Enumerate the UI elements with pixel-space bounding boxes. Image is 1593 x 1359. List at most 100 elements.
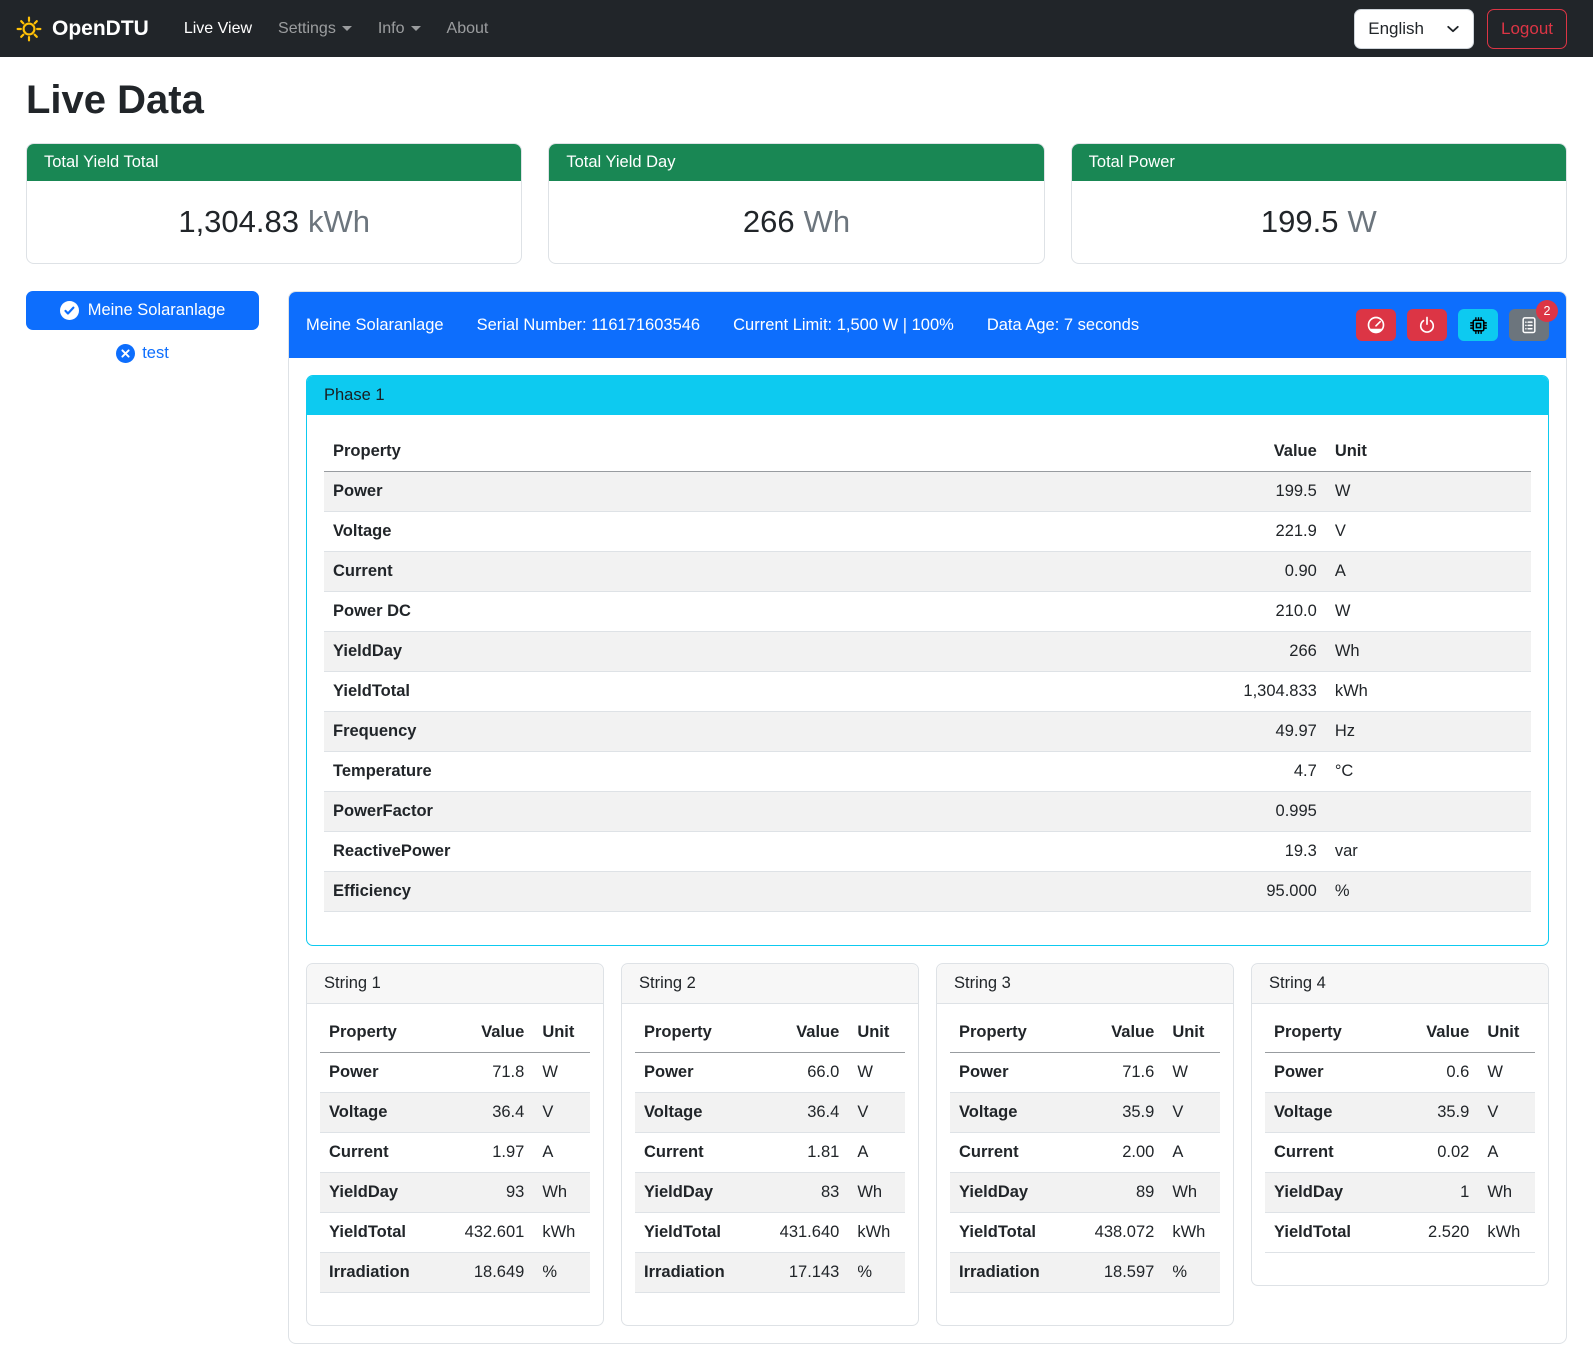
cpu-icon — [1468, 315, 1489, 336]
property-value: 71.6 — [1086, 1053, 1164, 1093]
property-label: Voltage — [635, 1093, 771, 1133]
limit-settings-button[interactable] — [1356, 309, 1396, 341]
string-table: Property Value Unit Power71.8W Voltage36… — [320, 1013, 590, 1293]
property-unit: kWh — [1326, 672, 1531, 712]
property-label: Irradiation — [635, 1253, 771, 1293]
property-unit — [1326, 792, 1531, 832]
property-value: 17.143 — [771, 1253, 849, 1293]
property-value: 0.6 — [1408, 1053, 1478, 1093]
page-title: Live Data — [26, 78, 1567, 123]
property-value: 431.640 — [771, 1213, 849, 1253]
summary-cards: Total Yield Total 1,304.83kWh Total Yiel… — [0, 143, 1593, 264]
strings-row: String 1 Property Value Unit — [306, 963, 1549, 1326]
property-label: YieldDay — [950, 1173, 1086, 1213]
property-label: Voltage — [1265, 1093, 1408, 1133]
property-label: Power — [320, 1053, 456, 1093]
string-4-card: String 4 Property Value Unit — [1251, 963, 1549, 1286]
property-unit: V — [1326, 512, 1531, 552]
card-unit: W — [1347, 204, 1376, 239]
table-row: Temperature4.7°C — [324, 752, 1531, 792]
column-value: Value — [1086, 1013, 1164, 1053]
nav-item-info[interactable]: Info — [365, 12, 434, 46]
property-label: Power — [324, 472, 1169, 512]
property-unit: Wh — [848, 1173, 905, 1213]
property-value: 0.995 — [1169, 792, 1326, 832]
property-label: Irradiation — [950, 1253, 1086, 1293]
property-label: Voltage — [324, 512, 1169, 552]
column-value: Value — [771, 1013, 849, 1053]
string-table: Property Value Unit Power66.0W Voltage36… — [635, 1013, 905, 1293]
property-label: Current — [320, 1133, 456, 1173]
property-value: 432.601 — [456, 1213, 534, 1253]
table-row: Irradiation18.649% — [320, 1253, 590, 1293]
property-unit: V — [848, 1093, 905, 1133]
nav-item-settings[interactable]: Settings — [265, 12, 365, 46]
logout-button[interactable]: Logout — [1487, 9, 1567, 49]
device-info-button[interactable] — [1458, 309, 1498, 341]
sidebar-item-test[interactable]: test — [116, 344, 169, 363]
card-value: 199.5 — [1261, 204, 1339, 239]
property-value: 4.7 — [1169, 752, 1326, 792]
table-row: Irradiation18.597% — [950, 1253, 1220, 1293]
property-value: 49.97 — [1169, 712, 1326, 752]
property-unit: Wh — [533, 1173, 590, 1213]
property-value: 36.4 — [456, 1093, 534, 1133]
property-label: Irradiation — [320, 1253, 456, 1293]
property-unit: kWh — [533, 1213, 590, 1253]
column-unit: Unit — [848, 1013, 905, 1053]
table-row: YieldDay83Wh — [635, 1173, 905, 1213]
column-property: Property — [1265, 1013, 1408, 1053]
phase-title: Phase 1 — [307, 376, 1548, 415]
table-header-row: Property Value Unit — [950, 1013, 1220, 1053]
table-row: Voltage36.4V — [635, 1093, 905, 1133]
property-unit: var — [1326, 832, 1531, 872]
card-title: Total Yield Day — [549, 144, 1043, 181]
property-value: 438.072 — [1086, 1213, 1164, 1253]
phase-table: Property Value Unit Power199.5W Voltage2… — [324, 432, 1531, 912]
table-row: Current0.02A — [1265, 1133, 1535, 1173]
table-row: YieldTotal431.640kWh — [635, 1213, 905, 1253]
property-label: Voltage — [320, 1093, 456, 1133]
language-select[interactable]: English — [1354, 9, 1474, 49]
sun-icon — [16, 16, 42, 42]
property-value: 95.000 — [1169, 872, 1326, 912]
nav-item-live-view[interactable]: Live View — [171, 12, 265, 46]
property-unit: A — [1163, 1133, 1220, 1173]
property-unit: kWh — [1478, 1213, 1535, 1253]
table-header-row: Property Value Unit — [1265, 1013, 1535, 1053]
property-unit: kWh — [848, 1213, 905, 1253]
property-unit: W — [533, 1053, 590, 1093]
check-circle-icon — [60, 301, 79, 320]
event-log-button[interactable]: 2 — [1509, 309, 1549, 341]
property-label: YieldTotal — [1265, 1213, 1408, 1253]
property-unit: V — [1478, 1093, 1535, 1133]
table-row: Current1.97A — [320, 1133, 590, 1173]
card-unit: Wh — [804, 204, 851, 239]
table-row: Voltage35.9V — [1265, 1093, 1535, 1133]
nav-menu: Live View Settings Info About — [171, 12, 502, 46]
sidebar-item-meine-solaranlage[interactable]: Meine Solaranlage — [26, 291, 259, 330]
property-label: Current — [324, 552, 1169, 592]
property-unit: % — [533, 1253, 590, 1293]
column-unit: Unit — [533, 1013, 590, 1053]
table-row: Current2.00A — [950, 1133, 1220, 1173]
property-label: YieldDay — [635, 1173, 771, 1213]
property-unit: Wh — [1163, 1173, 1220, 1213]
sidebar-item-label: test — [142, 344, 169, 363]
property-label: ReactivePower — [324, 832, 1169, 872]
language-value: English — [1368, 19, 1424, 39]
property-unit: Wh — [1478, 1173, 1535, 1213]
chevron-down-icon — [1446, 22, 1460, 36]
property-unit: kWh — [1163, 1213, 1220, 1253]
inverter-limit: Current Limit: 1,500 W | 100% — [733, 316, 954, 335]
property-unit: % — [1326, 872, 1531, 912]
nav-item-about[interactable]: About — [434, 12, 502, 46]
property-label: YieldTotal — [320, 1213, 456, 1253]
brand-logo[interactable]: OpenDTU — [16, 16, 149, 42]
column-value: Value — [1408, 1013, 1478, 1053]
property-unit: A — [1478, 1133, 1535, 1173]
property-label: Power — [950, 1053, 1086, 1093]
power-settings-button[interactable] — [1407, 309, 1447, 341]
property-value: 19.3 — [1169, 832, 1326, 872]
table-row: YieldDay89Wh — [950, 1173, 1220, 1213]
